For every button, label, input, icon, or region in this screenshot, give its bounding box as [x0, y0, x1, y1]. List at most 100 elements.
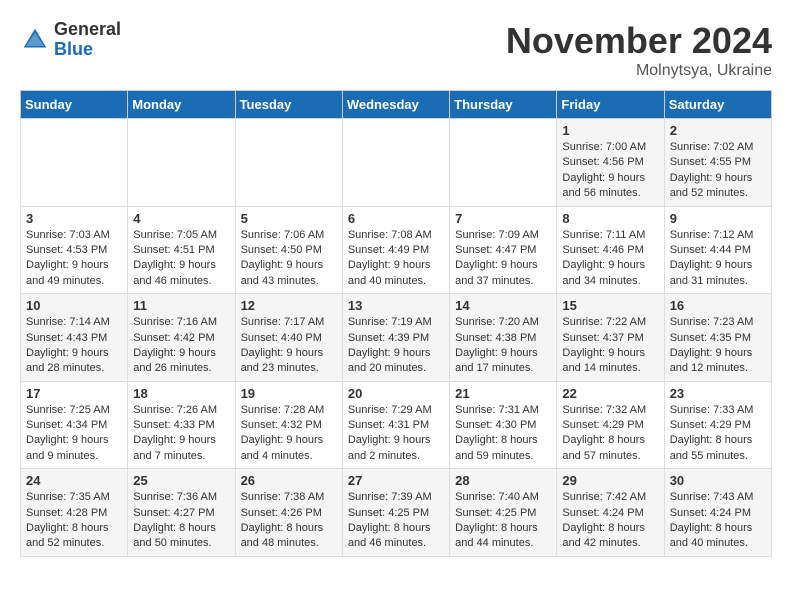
day-info: Sunrise: 7:40 AM Sunset: 4:25 PM Dayligh…: [455, 490, 551, 552]
day-info: Sunrise: 7:03 AM Sunset: 4:53 PM Dayligh…: [26, 228, 122, 290]
day-info: Sunrise: 7:29 AM Sunset: 4:31 PM Dayligh…: [348, 403, 444, 465]
calendar-header: SundayMondayTuesdayWednesdayThursdayFrid…: [21, 91, 772, 119]
logo-general: General: [54, 20, 121, 40]
day-info: Sunrise: 7:43 AM Sunset: 4:24 PM Dayligh…: [670, 490, 766, 552]
day-info: Sunrise: 7:33 AM Sunset: 4:29 PM Dayligh…: [670, 403, 766, 465]
day-cell: 3 Sunrise: 7:03 AM Sunset: 4:53 PM Daylig…: [21, 206, 128, 294]
header-friday: Friday: [557, 91, 664, 119]
day-number: 6: [348, 211, 444, 226]
day-info: Sunrise: 7:39 AM Sunset: 4:25 PM Dayligh…: [348, 490, 444, 552]
day-info: Sunrise: 7:06 AM Sunset: 4:50 PM Dayligh…: [241, 228, 337, 290]
day-info: Sunrise: 7:12 AM Sunset: 4:44 PM Dayligh…: [670, 228, 766, 290]
logo-blue: Blue: [54, 40, 121, 60]
day-cell: 28 Sunrise: 7:40 AM Sunset: 4:25 PM Dayli…: [450, 469, 557, 557]
day-info: Sunrise: 7:05 AM Sunset: 4:51 PM Dayligh…: [133, 228, 229, 290]
day-info: Sunrise: 7:31 AM Sunset: 4:30 PM Dayligh…: [455, 403, 551, 465]
day-number: 3: [26, 211, 122, 226]
day-info: Sunrise: 7:16 AM Sunset: 4:42 PM Dayligh…: [133, 315, 229, 377]
day-cell: 12 Sunrise: 7:17 AM Sunset: 4:40 PM Dayli…: [235, 294, 342, 382]
day-info: Sunrise: 7:20 AM Sunset: 4:38 PM Dayligh…: [455, 315, 551, 377]
day-info: Sunrise: 7:42 AM Sunset: 4:24 PM Dayligh…: [562, 490, 658, 552]
day-cell: 17 Sunrise: 7:25 AM Sunset: 4:34 PM Dayli…: [21, 381, 128, 469]
day-cell: 8Sunrise: 7:11 AM Sunset: 4:46 PM Daylig…: [557, 206, 664, 294]
day-cell: [235, 119, 342, 207]
header-thursday: Thursday: [450, 91, 557, 119]
day-cell: 9 Sunrise: 7:12 AM Sunset: 4:44 PM Daylig…: [664, 206, 771, 294]
day-number: 21: [455, 386, 551, 401]
week-row-1: 3 Sunrise: 7:03 AM Sunset: 4:53 PM Daylig…: [21, 206, 772, 294]
day-number: 15: [562, 298, 658, 313]
day-number: 16: [670, 298, 766, 313]
day-number: 9: [670, 211, 766, 226]
logo-text: General Blue: [54, 20, 121, 60]
page-header: General Blue November 2024 Molnytsya, Uk…: [20, 20, 772, 80]
day-cell: 26Sunrise: 7:38 AM Sunset: 4:26 PM Dayli…: [235, 469, 342, 557]
day-cell: 7 Sunrise: 7:09 AM Sunset: 4:47 PM Daylig…: [450, 206, 557, 294]
week-row-0: 1Sunrise: 7:00 AM Sunset: 4:56 PM Daylig…: [21, 119, 772, 207]
header-saturday: Saturday: [664, 91, 771, 119]
header-monday: Monday: [128, 91, 235, 119]
day-info: Sunrise: 7:14 AM Sunset: 4:43 PM Dayligh…: [26, 315, 122, 377]
day-number: 1: [562, 123, 658, 138]
day-number: 28: [455, 473, 551, 488]
location: Molnytsya, Ukraine: [506, 62, 772, 80]
day-info: Sunrise: 7:17 AM Sunset: 4:40 PM Dayligh…: [241, 315, 337, 377]
header-sunday: Sunday: [21, 91, 128, 119]
day-cell: 30 Sunrise: 7:43 AM Sunset: 4:24 PM Dayli…: [664, 469, 771, 557]
day-number: 12: [241, 298, 337, 313]
calendar-body: 1Sunrise: 7:00 AM Sunset: 4:56 PM Daylig…: [21, 119, 772, 557]
day-info: Sunrise: 7:22 AM Sunset: 4:37 PM Dayligh…: [562, 315, 658, 377]
day-cell: [21, 119, 128, 207]
day-info: Sunrise: 7:09 AM Sunset: 4:47 PM Dayligh…: [455, 228, 551, 290]
day-cell: 24Sunrise: 7:35 AM Sunset: 4:28 PM Dayli…: [21, 469, 128, 557]
day-info: Sunrise: 7:25 AM Sunset: 4:34 PM Dayligh…: [26, 403, 122, 465]
day-cell: 5 Sunrise: 7:06 AM Sunset: 4:50 PM Daylig…: [235, 206, 342, 294]
week-row-2: 10Sunrise: 7:14 AM Sunset: 4:43 PM Dayli…: [21, 294, 772, 382]
day-cell: 6 Sunrise: 7:08 AM Sunset: 4:49 PM Daylig…: [342, 206, 449, 294]
header-wednesday: Wednesday: [342, 91, 449, 119]
month-title: November 2024: [506, 20, 772, 62]
day-number: 19: [241, 386, 337, 401]
day-cell: 23 Sunrise: 7:33 AM Sunset: 4:29 PM Dayli…: [664, 381, 771, 469]
day-info: Sunrise: 7:26 AM Sunset: 4:33 PM Dayligh…: [133, 403, 229, 465]
day-number: 23: [670, 386, 766, 401]
day-info: Sunrise: 7:08 AM Sunset: 4:49 PM Dayligh…: [348, 228, 444, 290]
header-row: SundayMondayTuesdayWednesdayThursdayFrid…: [21, 91, 772, 119]
day-cell: 18 Sunrise: 7:26 AM Sunset: 4:33 PM Dayli…: [128, 381, 235, 469]
day-number: 18: [133, 386, 229, 401]
calendar-table: SundayMondayTuesdayWednesdayThursdayFrid…: [20, 90, 772, 557]
day-cell: 13 Sunrise: 7:19 AM Sunset: 4:39 PM Dayli…: [342, 294, 449, 382]
day-cell: 29 Sunrise: 7:42 AM Sunset: 4:24 PM Dayli…: [557, 469, 664, 557]
day-number: 5: [241, 211, 337, 226]
day-cell: 1Sunrise: 7:00 AM Sunset: 4:56 PM Daylig…: [557, 119, 664, 207]
day-cell: [450, 119, 557, 207]
day-cell: [128, 119, 235, 207]
day-number: 22: [562, 386, 658, 401]
day-info: Sunrise: 7:28 AM Sunset: 4:32 PM Dayligh…: [241, 403, 337, 465]
day-info: Sunrise: 7:32 AM Sunset: 4:29 PM Dayligh…: [562, 403, 658, 465]
day-info: Sunrise: 7:19 AM Sunset: 4:39 PM Dayligh…: [348, 315, 444, 377]
day-info: Sunrise: 7:36 AM Sunset: 4:27 PM Dayligh…: [133, 490, 229, 552]
day-cell: 11Sunrise: 7:16 AM Sunset: 4:42 PM Dayli…: [128, 294, 235, 382]
day-cell: [342, 119, 449, 207]
day-cell: 16Sunrise: 7:23 AM Sunset: 4:35 PM Dayli…: [664, 294, 771, 382]
day-number: 7: [455, 211, 551, 226]
day-number: 17: [26, 386, 122, 401]
day-number: 2: [670, 123, 766, 138]
day-cell: 21 Sunrise: 7:31 AM Sunset: 4:30 PM Dayli…: [450, 381, 557, 469]
day-cell: 25 Sunrise: 7:36 AM Sunset: 4:27 PM Dayli…: [128, 469, 235, 557]
day-info: Sunrise: 7:02 AM Sunset: 4:55 PM Dayligh…: [670, 140, 766, 202]
day-cell: 10Sunrise: 7:14 AM Sunset: 4:43 PM Dayli…: [21, 294, 128, 382]
header-tuesday: Tuesday: [235, 91, 342, 119]
day-number: 20: [348, 386, 444, 401]
logo-icon: [20, 25, 50, 55]
logo: General Blue: [20, 20, 121, 60]
day-cell: 15 Sunrise: 7:22 AM Sunset: 4:37 PM Dayli…: [557, 294, 664, 382]
week-row-4: 24Sunrise: 7:35 AM Sunset: 4:28 PM Dayli…: [21, 469, 772, 557]
day-info: Sunrise: 7:11 AM Sunset: 4:46 PM Dayligh…: [562, 228, 658, 290]
day-number: 25: [133, 473, 229, 488]
day-info: Sunrise: 7:35 AM Sunset: 4:28 PM Dayligh…: [26, 490, 122, 552]
day-number: 13: [348, 298, 444, 313]
day-number: 29: [562, 473, 658, 488]
day-number: 30: [670, 473, 766, 488]
